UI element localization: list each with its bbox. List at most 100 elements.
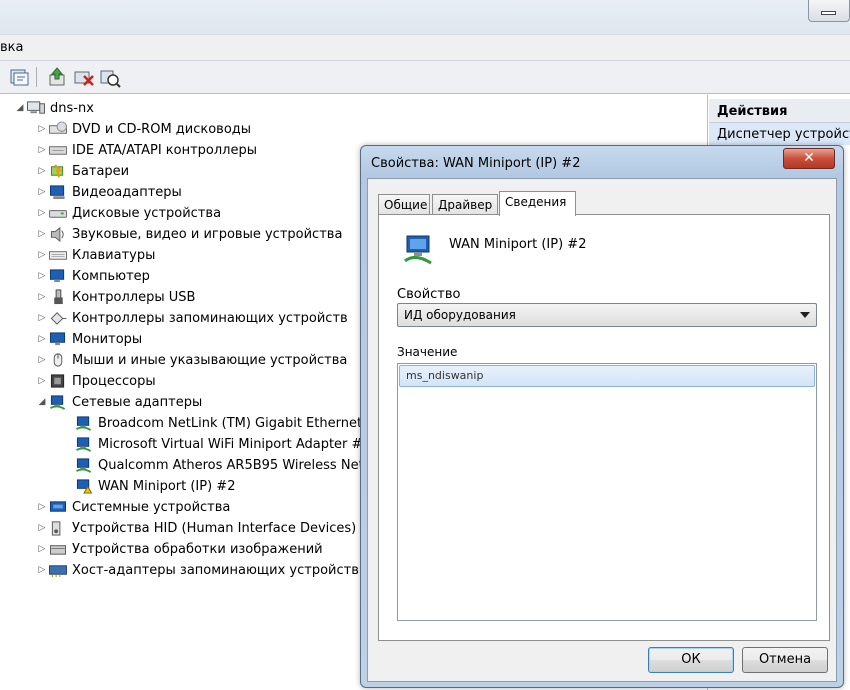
expand-icon[interactable]: ▷ — [36, 166, 48, 176]
tree-item[interactable]: ▷ Хост-адаптеры запоминающих устройств — [36, 560, 359, 580]
expand-icon[interactable]: ▷ — [36, 229, 48, 239]
tree-item-label: Microsoft Virtual WiFi Miniport Adapter … — [98, 436, 371, 452]
expand-icon[interactable]: ▷ — [36, 334, 48, 344]
display-adapter-icon — [50, 185, 65, 200]
tree-root[interactable]: ◢ dns-nx — [14, 98, 94, 118]
imaging-device-icon — [50, 545, 66, 555]
value-list[interactable]: ms_ndiswanip — [397, 363, 817, 621]
collapse-icon[interactable]: ◢ — [14, 103, 26, 113]
toolbar — [0, 60, 850, 94]
value-label: Значение — [397, 345, 458, 359]
expand-icon[interactable]: ▷ — [36, 523, 48, 533]
device-name: WAN Miniport (IP) #2 — [449, 237, 587, 252]
expand-icon[interactable]: ▷ — [36, 208, 48, 218]
tree-item-label: Видеоадаптеры — [72, 184, 182, 200]
tree-subitem[interactable]: Broadcom NetLink (TM) Gigabit Ethernet — [62, 413, 362, 433]
network-adapter-icon — [50, 395, 66, 410]
tree-item[interactable]: ▷ Батареи — [36, 161, 130, 181]
tab-general[interactable]: Общие — [378, 194, 430, 215]
tree-subitem[interactable]: WAN Miniport (IP) #2 — [62, 476, 235, 496]
tree-item[interactable]: ▷ Системные устройства — [36, 497, 231, 517]
tree-item-label: Звуковые, видео и игровые устройства — [72, 226, 343, 242]
expand-icon[interactable]: ▷ — [36, 250, 48, 260]
tree-item[interactable]: ▷ Мыши и иные указывающие устройства — [36, 350, 348, 370]
update-driver-icon[interactable] — [46, 66, 70, 88]
tree-item-label: Broadcom NetLink (TM) Gigabit Ethernet — [98, 415, 363, 431]
tree-item[interactable]: ▷ Компьютер — [36, 266, 150, 286]
expand-icon[interactable]: ▷ — [36, 565, 48, 575]
uninstall-icon[interactable] — [72, 66, 96, 88]
ok-button[interactable]: ОК — [648, 647, 734, 673]
close-icon: ✕ — [803, 150, 815, 166]
dialog-title: Свойства: WAN Miniport (IP) #2 — [371, 156, 581, 171]
processor-icon — [50, 374, 65, 388]
expand-icon[interactable]: ▷ — [36, 271, 48, 281]
network-adapter-icon — [404, 235, 432, 265]
tree-item-label: Системные устройства — [72, 499, 231, 515]
tree-item[interactable]: ▷ Клавиатуры — [36, 245, 156, 265]
tab-details[interactable]: Сведения — [499, 191, 576, 216]
collapse-icon[interactable]: ◢ — [36, 397, 48, 407]
computer-root-icon — [27, 101, 45, 114]
storage-controller-icon — [50, 312, 67, 325]
expand-icon[interactable]: ▷ — [36, 145, 48, 155]
dialog-body: Общие Драйвер Сведения WAN Miniport (IP)… — [367, 178, 837, 682]
expand-icon[interactable]: ▷ — [36, 187, 48, 197]
monitor-icon — [50, 332, 66, 346]
cancel-button[interactable]: Отмена — [742, 647, 828, 673]
tree-item[interactable]: ▷ Видеоадаптеры — [36, 182, 182, 202]
value-list-item[interactable]: ms_ndiswanip — [399, 365, 815, 387]
keyboard-icon — [49, 251, 67, 260]
tree-item-label: Мыши и иные указывающие устройства — [72, 352, 348, 368]
tree-item-label: Устройства HID (Human Interface Devices) — [72, 520, 357, 536]
tree-item[interactable]: ▷ Контроллеры USB — [36, 287, 195, 307]
network-adapter-icon — [76, 458, 92, 473]
tree-item[interactable]: ▷ Звуковые, видео и игровые устройства — [36, 224, 342, 244]
hid-icon — [51, 521, 61, 536]
tree-item-label: dns-nx — [50, 100, 94, 116]
tree-item[interactable]: ▷ Процессоры — [36, 371, 156, 391]
expand-icon[interactable]: ▷ — [36, 124, 48, 134]
property-label: Свойство — [397, 287, 461, 302]
network-adapter-icon — [76, 437, 92, 452]
expand-icon[interactable]: ▷ — [36, 292, 48, 302]
tree-item-label: DVD и CD-ROM дисководы — [72, 121, 252, 137]
expand-icon[interactable]: ▷ — [36, 313, 48, 323]
dvd-drive-icon — [49, 121, 67, 134]
disk-drive-icon — [49, 210, 67, 218]
tree-item[interactable]: ▷ DVD и CD-ROM дисководы — [36, 119, 251, 139]
tab-driver[interactable]: Драйвер — [432, 194, 498, 215]
tree-item[interactable]: ▷ Устройства HID (Human Interface Devices… — [36, 518, 356, 538]
tree-item-label: Контроллеры USB — [72, 289, 196, 305]
battery-icon — [50, 164, 64, 178]
properties-icon[interactable] — [8, 66, 32, 88]
expand-icon[interactable]: ▷ — [36, 376, 48, 386]
property-select[interactable]: ИД оборудования — [397, 303, 817, 327]
tree-item[interactable]: ◢ Сетевые адаптеры — [36, 392, 202, 412]
minimize-button[interactable] — [808, 0, 850, 22]
network-adapter-icon — [76, 416, 92, 431]
tree-item[interactable]: ▷ Устройства обработки изображений — [36, 539, 323, 559]
network-adapter-warning-icon — [76, 479, 93, 494]
property-select-value: ИД оборудования — [404, 308, 516, 322]
tree-item-label: Мониторы — [72, 331, 143, 347]
tree-item[interactable]: ▷ Дисковые устройства — [36, 203, 222, 223]
expand-icon[interactable]: ▷ — [36, 544, 48, 554]
expand-icon[interactable]: ▷ — [36, 355, 48, 365]
scan-hardware-icon[interactable] — [98, 66, 122, 88]
tree-subitem[interactable]: Microsoft Virtual WiFi Miniport Adapter … — [62, 434, 371, 454]
tree-item[interactable]: ▷ Мониторы — [36, 329, 143, 349]
close-button[interactable]: ✕ — [783, 148, 835, 169]
tree-item[interactable]: ▷ IDE ATA/ATAPI контроллеры — [36, 140, 257, 160]
system-devices-icon — [50, 501, 66, 512]
actions-item-device-manager[interactable]: Диспетчер устройств — [709, 123, 850, 145]
tree-item[interactable]: ▷ Контроллеры запоминающих устройств — [36, 308, 348, 328]
menu-bar: вка — [0, 34, 850, 60]
tree-item-label: Устройства обработки изображений — [72, 541, 323, 557]
menu-item-action[interactable]: вка — [0, 40, 23, 55]
tree-item-label: Контроллеры запоминающих устройств — [72, 310, 348, 326]
chevron-down-icon — [800, 312, 810, 318]
expand-icon[interactable]: ▷ — [36, 502, 48, 512]
ide-controller-icon — [49, 146, 67, 155]
details-panel: WAN Miniport (IP) #2 Свойство ИД оборудо… — [378, 214, 830, 641]
